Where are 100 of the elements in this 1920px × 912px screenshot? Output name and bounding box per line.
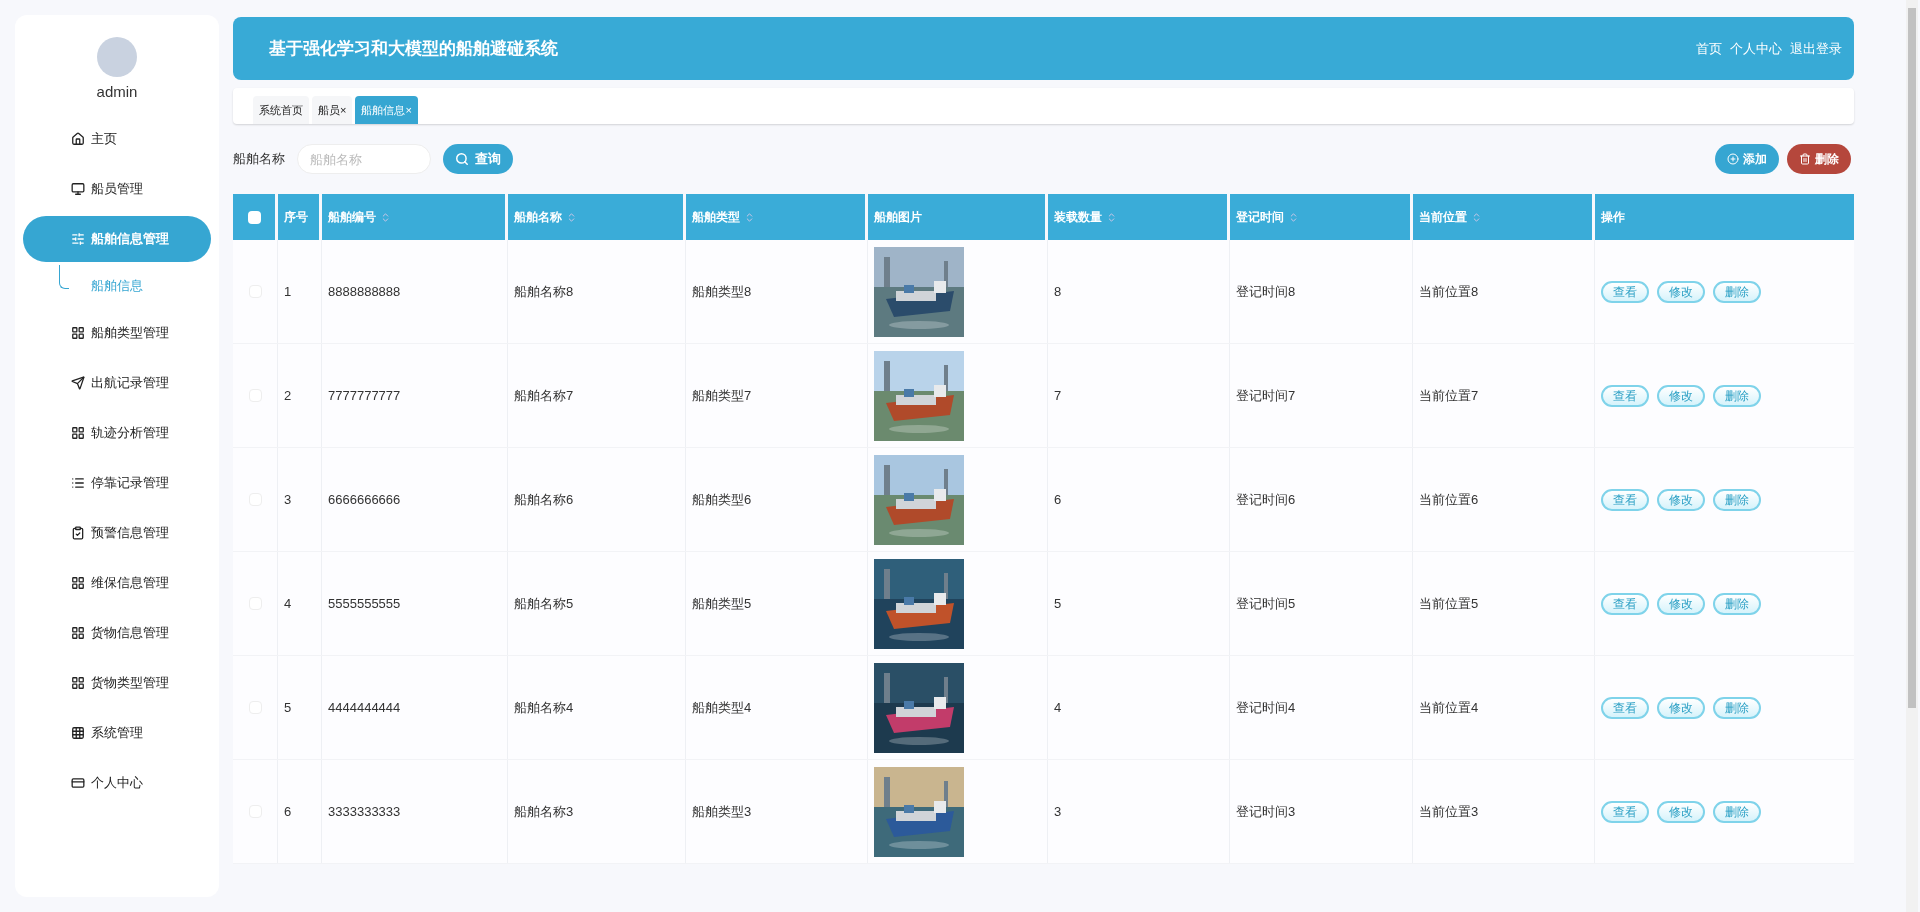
- sidebar-item[interactable]: 预警信息管理: [23, 509, 211, 556]
- table-cell-text: 船舶名称6: [514, 490, 574, 509]
- column-header[interactable]: 登记时间: [1230, 194, 1410, 240]
- row-action-button[interactable]: 修改: [1657, 800, 1705, 823]
- table-cell-text: 登记时间5: [1236, 594, 1296, 613]
- sidebar-item[interactable]: 货物信息管理: [23, 609, 211, 656]
- table-cell-text: 登记时间8: [1236, 282, 1296, 301]
- select-all-checkbox[interactable]: [247, 210, 261, 224]
- sidebar-item[interactable]: 个人中心: [23, 759, 211, 806]
- row-action-button[interactable]: 删除: [1713, 384, 1761, 407]
- table-cell-text: 4: [1054, 698, 1062, 717]
- table-cell-text: 当前位置7: [1419, 386, 1479, 405]
- delete-button[interactable]: 删除: [1787, 144, 1851, 174]
- table-cell-text: 船舶名称8: [514, 282, 574, 301]
- sidebar-item[interactable]: 出航记录管理: [23, 359, 211, 406]
- row-action-button[interactable]: 删除: [1713, 592, 1761, 615]
- table-cell-text: 船舶类型7: [692, 386, 752, 405]
- sidebar-item[interactable]: 船舶信息管理: [23, 215, 211, 262]
- row-action-button[interactable]: 查看: [1601, 800, 1649, 823]
- table-cell-text: 1: [284, 282, 292, 301]
- sliders-icon: [71, 231, 85, 246]
- table-cell-text: 7777777777: [328, 386, 401, 405]
- list-icon: [71, 475, 85, 490]
- header-link[interactable]: 首页: [1696, 38, 1722, 59]
- sort-icon[interactable]: [380, 211, 391, 223]
- table-cell-text: 船舶名称4: [514, 698, 574, 717]
- header-link[interactable]: 个人中心: [1730, 38, 1782, 59]
- column-header[interactable]: 船舶编号: [322, 194, 505, 240]
- tab[interactable]: 船员×: [312, 96, 353, 124]
- row-action-button[interactable]: 查看: [1601, 280, 1649, 303]
- add-button[interactable]: 添加: [1715, 144, 1779, 174]
- table-cell-text: 登记时间4: [1236, 698, 1296, 717]
- table-cell-text: 6666666666: [328, 490, 401, 509]
- grid-icon: [71, 575, 85, 590]
- row-action-button[interactable]: 修改: [1657, 488, 1705, 511]
- sidebar-subitem[interactable]: 船舶信息: [91, 275, 143, 296]
- tab[interactable]: 系统首页: [253, 96, 309, 124]
- table-cell-text: 5555555555: [328, 594, 401, 613]
- search-field[interactable]: 船舶名称: [297, 144, 431, 174]
- sidebar-item[interactable]: 船舶类型管理: [23, 309, 211, 356]
- grid-icon: [71, 675, 85, 690]
- table-cell-text: 当前位置8: [1419, 282, 1479, 301]
- column-header[interactable]: 装载数量: [1048, 194, 1227, 240]
- row-action-button[interactable]: 修改: [1657, 280, 1705, 303]
- table-cell-text: 8888888888: [328, 282, 401, 301]
- table-cell-text: 4: [284, 594, 292, 613]
- row-action-button[interactable]: 查看: [1601, 696, 1649, 719]
- row-action-button[interactable]: 删除: [1713, 696, 1761, 719]
- sort-icon[interactable]: [566, 211, 577, 223]
- clipboard-icon: [71, 525, 85, 540]
- sort-icon[interactable]: [1106, 211, 1117, 223]
- sort-icon[interactable]: [1471, 211, 1482, 223]
- search-label: 船舶名称: [233, 150, 285, 169]
- column-header[interactable]: 序号: [278, 194, 319, 240]
- sidebar-item[interactable]: 维保信息管理: [23, 559, 211, 606]
- row-action-button[interactable]: 删除: [1713, 488, 1761, 511]
- row-action-button[interactable]: 查看: [1601, 592, 1649, 615]
- row-action-button[interactable]: 修改: [1657, 592, 1705, 615]
- close-icon[interactable]: ×: [340, 101, 347, 119]
- table-cell-text: 船舶类型5: [692, 594, 752, 613]
- row-action-button[interactable]: 删除: [1713, 800, 1761, 823]
- column-header[interactable]: 当前位置: [1413, 194, 1592, 240]
- table-cell-text: 7: [1054, 386, 1062, 405]
- username: admin: [96, 82, 138, 102]
- sort-icon[interactable]: [1288, 211, 1299, 223]
- tab[interactable]: 船舶信息×: [355, 96, 418, 124]
- table-cell-text: 船舶名称7: [514, 386, 574, 405]
- column-header[interactable]: 船舶类型: [686, 194, 865, 240]
- sidebar-item[interactable]: 主页: [23, 115, 211, 162]
- table-cell-text: 5: [284, 698, 292, 717]
- table-cell-text: 登记时间7: [1236, 386, 1296, 405]
- scrollbar[interactable]: [1906, 0, 1918, 912]
- table-cell-text: 4444444444: [328, 698, 401, 717]
- sidebar-item[interactable]: 货物类型管理: [23, 659, 211, 706]
- column-header[interactable]: 船舶名称: [508, 194, 683, 240]
- column-header[interactable]: 船舶图片: [868, 194, 1045, 240]
- row-action-button[interactable]: 查看: [1601, 384, 1649, 407]
- table-cell-text: 船舶类型4: [692, 698, 752, 717]
- grid-icon: [71, 425, 85, 440]
- search-button[interactable]: 查询: [443, 144, 513, 174]
- tree-line: [59, 264, 69, 289]
- table-cell-text: 船舶类型6: [692, 490, 752, 509]
- sidebar-item[interactable]: 停靠记录管理: [23, 459, 211, 506]
- row-action-button[interactable]: 修改: [1657, 696, 1705, 719]
- sidebar-item[interactable]: 轨迹分析管理: [23, 409, 211, 456]
- trash-icon: [1799, 153, 1811, 165]
- close-icon[interactable]: ×: [405, 101, 412, 119]
- row-action-button[interactable]: 查看: [1601, 488, 1649, 511]
- table-cell-text: 2: [284, 386, 292, 405]
- sort-icon[interactable]: [744, 211, 755, 223]
- header-link[interactable]: 退出登录: [1790, 38, 1842, 59]
- avatar: [97, 37, 137, 77]
- row-action-button[interactable]: 删除: [1713, 280, 1761, 303]
- row-action-button[interactable]: 修改: [1657, 384, 1705, 407]
- sidebar-item[interactable]: 系统管理: [23, 709, 211, 756]
- column-header[interactable]: 操作: [1595, 194, 1854, 240]
- sidebar-item[interactable]: 船员管理: [23, 165, 211, 212]
- table-cell-text: 登记时间3: [1236, 802, 1296, 821]
- home-icon: [71, 131, 85, 146]
- grid-icon: [71, 625, 85, 640]
